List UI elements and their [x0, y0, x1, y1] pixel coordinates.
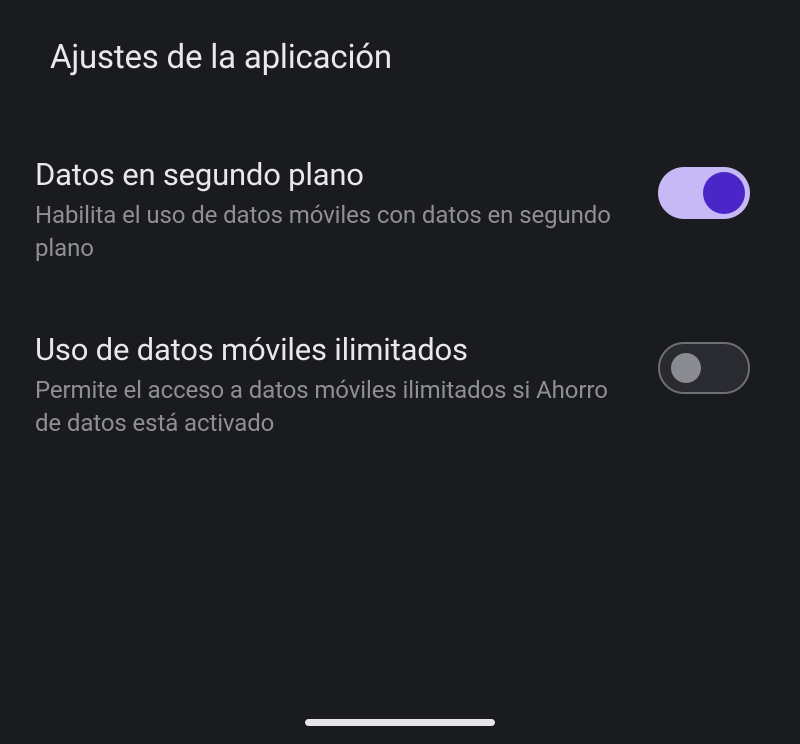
toggle-thumb-icon — [703, 172, 745, 214]
setting-text: Uso de datos móviles ilimitados Permite … — [35, 330, 658, 439]
toggle-background-data[interactable] — [658, 167, 750, 219]
setting-title: Datos en segundo plano — [35, 155, 638, 195]
setting-subtitle: Habilita el uso de datos móviles con dat… — [35, 199, 638, 264]
setting-text: Datos en segundo plano Habilita el uso d… — [35, 155, 658, 264]
settings-list: Datos en segundo plano Habilita el uso d… — [0, 101, 800, 479]
toggle-unlimited-data[interactable] — [658, 342, 750, 394]
setting-title: Uso de datos móviles ilimitados — [35, 330, 638, 370]
navigation-bar-handle[interactable] — [305, 719, 495, 726]
toggle-thumb-icon — [671, 353, 701, 383]
setting-subtitle: Permite el acceso a datos móviles ilimit… — [35, 374, 638, 439]
setting-item-background-data[interactable]: Datos en segundo plano Habilita el uso d… — [0, 129, 800, 304]
setting-item-unlimited-data[interactable]: Uso de datos móviles ilimitados Permite … — [0, 304, 800, 479]
page-title: Ajustes de la aplicación — [50, 38, 750, 77]
settings-header: Ajustes de la aplicación — [0, 0, 800, 101]
